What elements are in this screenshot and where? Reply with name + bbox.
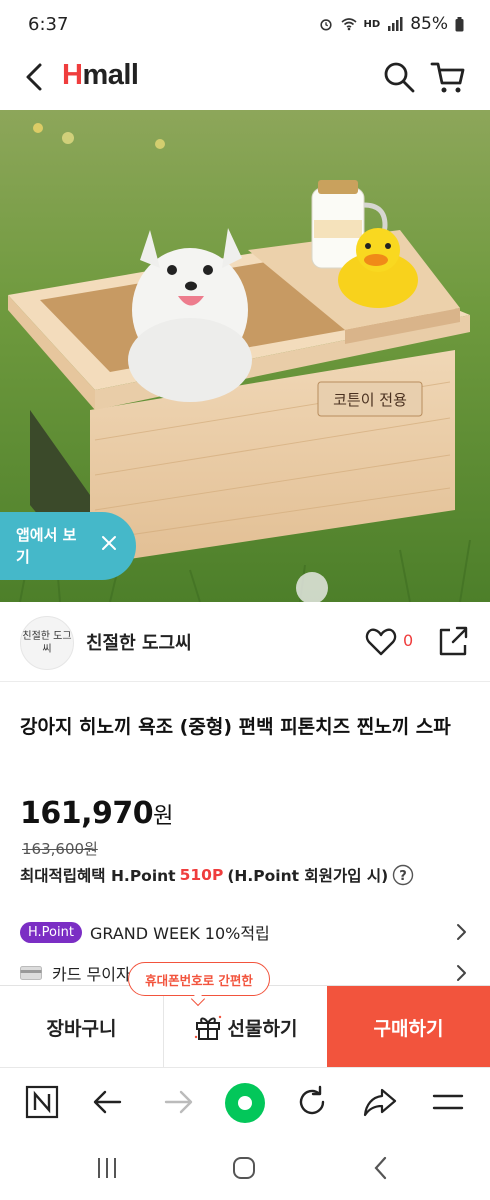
recent-apps-icon[interactable] — [94, 1155, 120, 1181]
share-arrow-icon[interactable] — [362, 1084, 398, 1120]
menu-icon[interactable] — [430, 1084, 466, 1120]
heart-icon[interactable] — [365, 627, 397, 657]
refresh-icon[interactable] — [294, 1084, 330, 1120]
purchase-action-bar: 장바구니 선물하기 구매하기 — [0, 985, 490, 1068]
benefit-row-hpoint[interactable]: H.Point GRAND WEEK 10%적립 — [20, 917, 470, 947]
open-in-app-banner[interactable]: 앱에서 보기 — [0, 512, 136, 580]
svg-text:?: ? — [399, 869, 407, 884]
benefit-text: GRAND WEEK 10%적립 — [89, 924, 270, 943]
signal-icon — [388, 17, 403, 31]
gift-tooltip: 휴대폰번호로 간편한 — [128, 962, 270, 996]
points-benefit: 최대적립혜택 H.Point 510P (H.Point 회원가입 시) ? — [20, 864, 414, 886]
original-price: 163,600원 — [22, 840, 98, 858]
like-count: 0 — [403, 631, 414, 650]
hpoint-badge: H.Point — [20, 921, 82, 943]
naver-n-icon[interactable] — [24, 1084, 60, 1120]
alarm-icon — [319, 19, 332, 31]
seller-name[interactable]: 친절한 도그씨 — [86, 629, 192, 655]
credit-card-icon — [20, 966, 42, 980]
browser-toolbar — [0, 1067, 490, 1137]
buy-now-button[interactable]: 구매하기 — [327, 986, 490, 1068]
open-in-app-label[interactable]: 앱에서 보기 — [16, 524, 78, 568]
box-sign-text: 코튼이 전용 — [333, 391, 407, 409]
status-time: 6:37 — [28, 14, 69, 35]
network-label: HD — [363, 18, 381, 30]
gift-icon — [194, 1015, 221, 1040]
chevron-right-icon — [457, 965, 466, 981]
product-title: 강아지 히노끼 욕조 (중형) 편백 피톤치즈 찐노끼 스파 — [20, 716, 451, 738]
home-green-icon[interactable] — [224, 1082, 266, 1124]
add-to-cart-button[interactable]: 장바구니 — [0, 986, 164, 1068]
system-nav-bar — [0, 1137, 490, 1200]
hmall-logo[interactable]: Hmall — [62, 59, 139, 92]
benefit-text: 카드 무이자 — [52, 965, 131, 984]
app-header: Hmall — [0, 52, 490, 110]
share-icon[interactable] — [436, 624, 470, 658]
battery-percent: 85% — [410, 14, 448, 34]
chevron-right-icon — [457, 924, 466, 940]
gift-label: 선물하기 — [227, 1017, 298, 1040]
close-icon[interactable] — [100, 534, 118, 552]
search-icon[interactable] — [382, 60, 416, 94]
battery-icon — [455, 16, 464, 31]
forward-icon[interactable] — [160, 1084, 196, 1120]
gift-button[interactable]: 선물하기 — [164, 986, 327, 1068]
back-arrow-icon[interactable] — [20, 60, 50, 94]
seller-row: 친절한 도그씨 친절한 도그씨 0 — [0, 602, 490, 682]
back-icon[interactable] — [90, 1084, 126, 1120]
nav-back-icon[interactable] — [368, 1155, 394, 1181]
seller-avatar[interactable]: 친절한 도그씨 — [20, 616, 74, 670]
help-icon[interactable]: ? — [392, 864, 414, 886]
status-icons: HD 85% — [318, 14, 464, 34]
cart-icon[interactable] — [430, 59, 466, 95]
points-value: 510P — [179, 866, 224, 884]
product-price: 161,970원 — [20, 796, 173, 831]
status-bar: 6:37 HD 85% — [0, 0, 490, 52]
home-icon[interactable] — [231, 1155, 257, 1181]
wifi-icon — [341, 18, 357, 31]
